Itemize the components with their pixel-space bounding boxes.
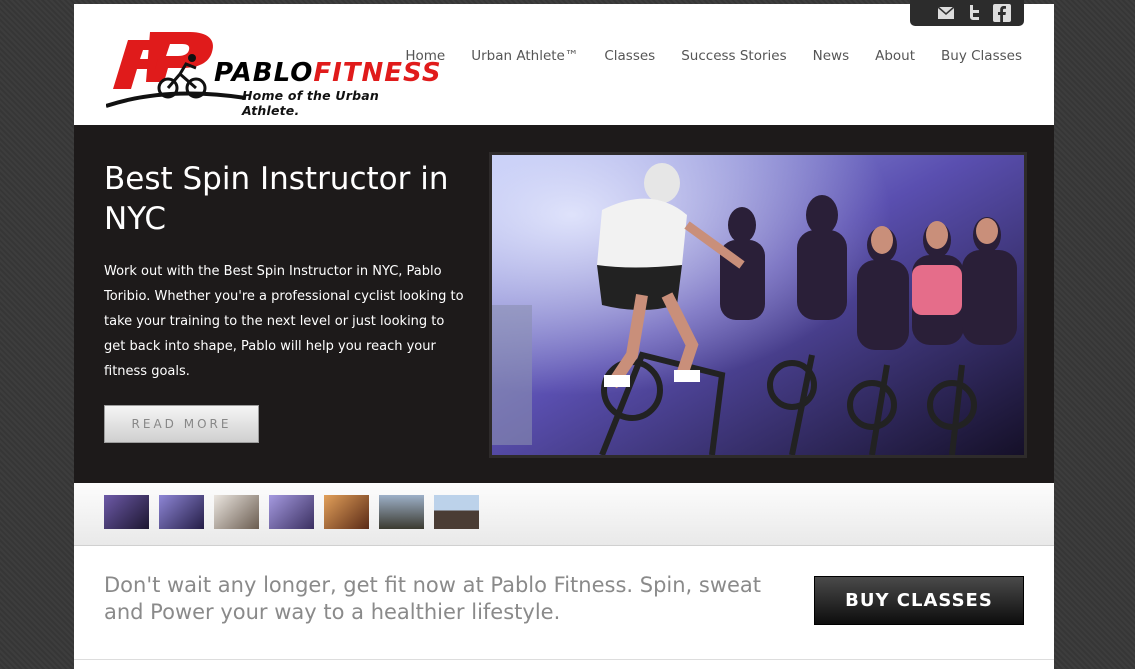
- divider: [74, 659, 1054, 660]
- site-header: PABLOFITNESS Home of the Urban Athlete. …: [74, 4, 1054, 125]
- buy-classes-button[interactable]: BUY CLASSES: [814, 576, 1024, 625]
- nav-success-stories[interactable]: Success Stories: [681, 48, 786, 64]
- logo-tagline: Home of the Urban Athlete.: [242, 88, 379, 118]
- nav-urban-athlete[interactable]: Urban Athlete™: [471, 48, 578, 64]
- hero-title: Best Spin Instructor in NYC: [104, 161, 449, 237]
- thumbnail[interactable]: [379, 495, 424, 529]
- thumbnail[interactable]: [214, 495, 259, 529]
- read-more-button[interactable]: READ MORE: [104, 405, 259, 443]
- site-logo[interactable]: PABLOFITNESS Home of the Urban Athlete.: [105, 28, 441, 118]
- hero-image[interactable]: [492, 155, 1024, 455]
- main-nav: Home Urban Athlete™ Classes Success Stor…: [405, 48, 1022, 64]
- thumbnail[interactable]: [324, 495, 369, 529]
- thumbnail[interactable]: [159, 495, 204, 529]
- nav-classes[interactable]: Classes: [604, 48, 655, 64]
- hero-description: Work out with the Best Spin Instructor i…: [104, 264, 464, 379]
- nav-about[interactable]: About: [875, 48, 915, 64]
- thumbnail[interactable]: [104, 495, 149, 529]
- nav-news[interactable]: News: [813, 48, 849, 64]
- cta-text: Don't wait any longer, get fit now at Pa…: [104, 573, 762, 624]
- hero-slider: Best Spin Instructor in NYC Work out wit…: [74, 125, 1054, 483]
- nav-buy-classes[interactable]: Buy Classes: [941, 48, 1022, 64]
- nav-home[interactable]: Home: [405, 48, 445, 64]
- thumbnail[interactable]: [269, 495, 314, 529]
- thumbnail[interactable]: [434, 495, 479, 529]
- page-container: PABLOFITNESS Home of the Urban Athlete. …: [74, 0, 1054, 669]
- thumbnail-strip: [74, 483, 1054, 546]
